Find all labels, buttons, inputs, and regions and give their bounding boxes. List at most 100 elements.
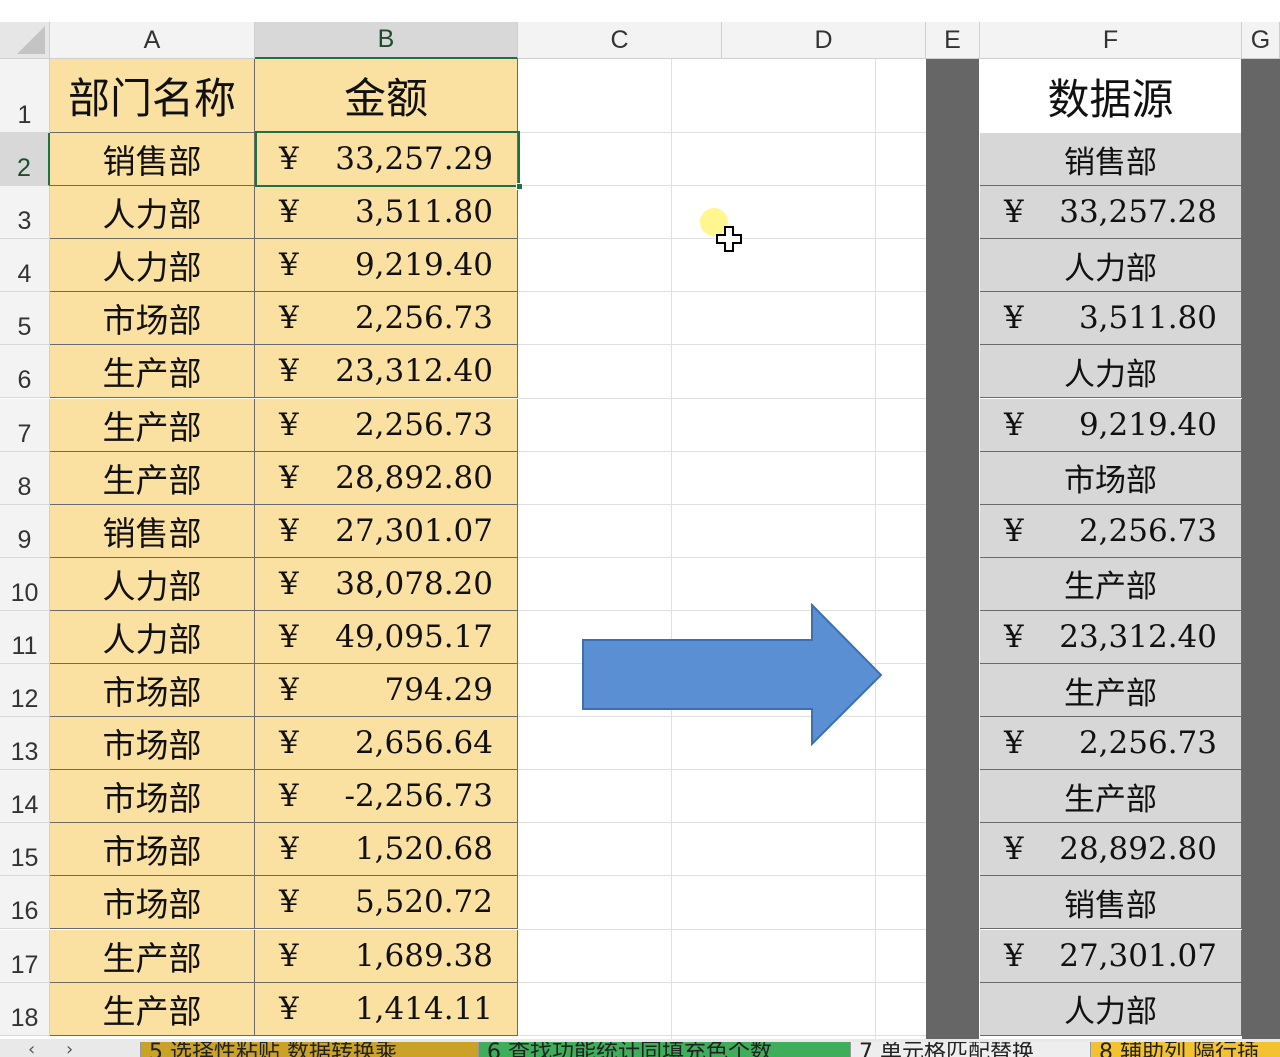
fill-handle[interactable] (516, 183, 523, 190)
select-all-button[interactable] (0, 22, 50, 59)
right-arrow-shape[interactable] (581, 603, 885, 749)
row-header-3[interactable]: 3 (0, 186, 50, 240)
row-header-18[interactable]: 18 (0, 982, 50, 1036)
column-header-c[interactable]: C (518, 22, 722, 59)
source-amount-cell[interactable]: ¥23,312.40 (980, 610, 1242, 664)
dept-cell[interactable]: 生产部 (50, 398, 255, 452)
amount-cell[interactable]: ¥49,095.17 (255, 610, 518, 664)
column-header-f[interactable]: F (980, 22, 1242, 59)
amount-cell[interactable]: ¥5,520.72 (255, 876, 518, 930)
row-header-12[interactable]: 12 (0, 664, 50, 718)
amount-cell[interactable]: ¥28,892.80 (255, 451, 518, 505)
amount-cell[interactable]: ¥3,511.80 (255, 186, 518, 240)
row-header-16[interactable]: 16 (0, 876, 50, 930)
data-source-title: 数据源 (1047, 74, 1174, 124)
amount-cell[interactable]: ¥9,219.40 (255, 239, 518, 293)
dept-cell[interactable]: 人力部 (50, 186, 255, 240)
source-amount-text: 2,256.73 (1078, 512, 1217, 549)
amount-cell[interactable]: ¥27,301.07 (255, 504, 518, 558)
row-header-11[interactable]: 11 (0, 610, 50, 664)
source-dept-cell[interactable]: 人力部 (980, 239, 1242, 293)
dept-cell[interactable]: 市场部 (50, 292, 255, 346)
source-dept-cell[interactable]: 销售部 (980, 133, 1242, 187)
amount-text: 2,256.73 (354, 300, 493, 337)
column-header-a[interactable]: A (50, 22, 255, 59)
source-amount-cell[interactable]: ¥28,892.80 (980, 823, 1242, 877)
column-header-d[interactable]: D (722, 22, 926, 59)
row-header-4[interactable]: 4 (0, 239, 50, 293)
dept-text: 生产部 (102, 407, 202, 447)
row-header-2[interactable]: 2 (0, 133, 50, 187)
dept-cell[interactable]: 销售部 (50, 133, 255, 187)
sheet-tab[interactable]: 5 选择性粘贴 数据转换乘 (140, 1042, 478, 1057)
sheet-tab[interactable]: 7 单元格匹配替换 (850, 1042, 1090, 1057)
source-amount-cell[interactable]: ¥33,257.28 (980, 186, 1242, 240)
dept-cell[interactable]: 市场部 (50, 770, 255, 824)
source-amount-cell[interactable]: ¥2,256.73 (980, 717, 1242, 771)
row-header-8[interactable]: 8 (0, 451, 50, 505)
column-header-g[interactable]: G (1242, 22, 1280, 59)
worksheet-grid[interactable]: 部门名称 金额 销售部 ¥33,257.29 人力部 ¥3,511.80 人力部 ¥9,219… (50, 59, 1280, 1039)
dept-cell[interactable]: 市场部 (50, 876, 255, 930)
row-header-14[interactable]: 14 (0, 770, 50, 824)
amount-cell[interactable]: ¥23,312.40 (255, 345, 518, 399)
source-amount-cell[interactable]: ¥3,511.80 (980, 292, 1242, 346)
dept-cell[interactable]: 市场部 (50, 823, 255, 877)
dept-cell[interactable]: 人力部 (50, 557, 255, 611)
column-header-b[interactable]: B (255, 22, 518, 59)
row-header-5[interactable]: 5 (0, 292, 50, 346)
row-header-13[interactable]: 13 (0, 717, 50, 771)
amount-cell[interactable]: ¥2,656.64 (255, 717, 518, 771)
dept-cell[interactable]: 人力部 (50, 239, 255, 293)
source-amount-cell[interactable]: ¥27,301.07 (980, 929, 1242, 983)
row-header-9[interactable]: 9 (0, 504, 50, 558)
row-header-6[interactable]: 6 (0, 345, 50, 399)
sheet-tab[interactable]: 8 辅助列 隔行插 (1090, 1042, 1280, 1057)
data-source-title-cell[interactable]: 数据源 (980, 59, 1242, 133)
dept-cell[interactable]: 人力部 (50, 610, 255, 664)
currency-symbol: ¥ (279, 778, 299, 815)
amount-cell[interactable]: ¥1,520.68 (255, 823, 518, 877)
amount-cell[interactable]: ¥2,256.73 (255, 292, 518, 346)
amount-cell[interactable]: ¥2,256.73 (255, 398, 518, 452)
amount-cell[interactable]: ¥ -2,256.73 (255, 770, 518, 824)
dept-cell[interactable]: 销售部 (50, 504, 255, 558)
amount-text: 27,301.07 (335, 512, 493, 549)
row-header-15[interactable]: 15 (0, 823, 50, 877)
source-amount-cell[interactable]: ¥9,219.40 (980, 398, 1242, 452)
dept-cell[interactable]: 生产部 (50, 451, 255, 505)
column-header-e[interactable]: E (926, 22, 980, 59)
source-dept-cell[interactable]: 人力部 (980, 982, 1242, 1036)
sheet-tab[interactable]: 6 查找功能统计同填充色个数 (478, 1042, 850, 1057)
amount-text: 2,256.73 (354, 406, 493, 443)
dept-cell[interactable]: 生产部 (50, 929, 255, 983)
dept-cell[interactable]: 市场部 (50, 717, 255, 771)
source-dept-cell[interactable]: 销售部 (980, 876, 1242, 930)
source-amount-text: 2,256.73 (1078, 725, 1217, 762)
amount-cell[interactable]: ¥1,689.38 (255, 929, 518, 983)
dept-cell[interactable]: 生产部 (50, 982, 255, 1036)
source-amount-cell[interactable]: ¥2,256.73 (980, 504, 1242, 558)
amount-cell[interactable]: ¥38,078.20 (255, 557, 518, 611)
source-dept-cell[interactable]: 市场部 (980, 451, 1242, 505)
dept-cell[interactable]: 市场部 (50, 664, 255, 718)
amount-cell[interactable]: ¥1,414.11 (255, 982, 518, 1036)
amount-cell[interactable]: ¥794.29 (255, 664, 518, 718)
source-dept-cell[interactable]: 人力部 (980, 345, 1242, 399)
row-header-7[interactable]: 7 (0, 398, 50, 452)
row-header-17[interactable]: 17 (0, 929, 50, 983)
source-dept-text: 人力部 (1064, 250, 1157, 287)
source-dept-cell[interactable]: 生产部 (980, 664, 1242, 718)
next-sheet-icon[interactable]: › (66, 1039, 73, 1057)
source-dept-cell[interactable]: 生产部 (980, 557, 1242, 611)
row-header-1[interactable]: 1 (0, 59, 50, 133)
source-dept-cell[interactable]: 生产部 (980, 770, 1242, 824)
active-cell-b2[interactable] (255, 131, 523, 190)
header-amount-cell[interactable]: 金额 (255, 59, 518, 133)
dept-text: 生产部 (102, 938, 202, 978)
dept-cell[interactable]: 生产部 (50, 345, 255, 399)
row-header-10[interactable]: 10 (0, 557, 50, 611)
header-dept-cell[interactable]: 部门名称 (50, 59, 255, 133)
currency-symbol: ¥ (279, 725, 299, 762)
prev-sheet-icon[interactable]: ‹ (28, 1039, 35, 1057)
